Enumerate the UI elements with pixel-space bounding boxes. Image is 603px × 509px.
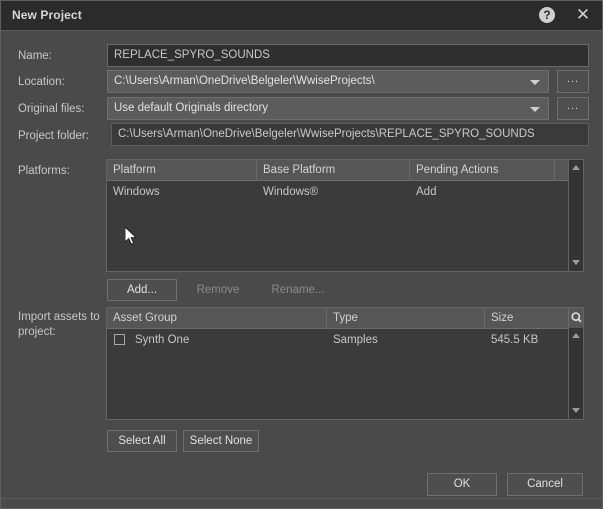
asset-checkbox[interactable] bbox=[114, 334, 125, 345]
platform-cell-base: Windows® bbox=[263, 186, 319, 198]
scroll-up-icon[interactable] bbox=[569, 329, 583, 343]
select-all-button[interactable]: Select All bbox=[107, 430, 177, 452]
chevron-down-icon bbox=[530, 107, 540, 112]
footer-divider bbox=[1, 498, 602, 499]
platforms-scrollbar[interactable] bbox=[568, 160, 583, 271]
platform-remove-button: Remove bbox=[196, 284, 240, 296]
scroll-up-icon[interactable] bbox=[569, 161, 583, 175]
platforms-table: Platform Base Platform Pending Actions W… bbox=[106, 159, 584, 272]
new-project-dialog: New Project ? ✕ Name: REPLACE_SPYRO_SOUN… bbox=[0, 0, 603, 509]
table-row[interactable]: Windows Windows® Add bbox=[107, 182, 583, 202]
platforms-label: Platforms: bbox=[18, 165, 70, 177]
assets-table-header: Asset Group Type Size bbox=[107, 308, 583, 329]
asset-cell-group: Synth One bbox=[135, 334, 190, 346]
location-value: C:\Users\Arman\OneDrive\Belgeler\WwisePr… bbox=[114, 75, 375, 87]
assets-table: Asset Group Type Size Synth One Samples … bbox=[106, 307, 584, 420]
platform-rename-button: Rename... bbox=[271, 284, 325, 296]
chevron-down-icon bbox=[530, 80, 540, 85]
project-folder-label: Project folder: bbox=[18, 130, 89, 142]
close-button[interactable]: ✕ bbox=[566, 1, 600, 29]
import-assets-label: Import assets to project: bbox=[18, 311, 100, 338]
platforms-table-header: Platform Base Platform Pending Actions bbox=[107, 160, 583, 181]
help-circle-icon: ? bbox=[539, 7, 555, 23]
title-bar: New Project ? ✕ bbox=[1, 1, 602, 31]
location-combobox[interactable]: C:\Users\Arman\OneDrive\Belgeler\WwisePr… bbox=[107, 70, 549, 93]
name-label: Name: bbox=[18, 50, 52, 62]
platform-cell-name: Windows bbox=[113, 186, 160, 198]
original-files-browse-button[interactable]: ... bbox=[557, 97, 589, 120]
assets-col-type[interactable]: Type bbox=[327, 308, 485, 328]
scroll-down-icon[interactable] bbox=[569, 404, 583, 418]
asset-cell-size: 545.5 KB bbox=[491, 334, 539, 346]
ok-button[interactable]: OK bbox=[427, 473, 497, 496]
assets-scrollbar[interactable] bbox=[568, 328, 583, 419]
name-input[interactable]: REPLACE_SPYRO_SOUNDS bbox=[107, 44, 589, 67]
platforms-col-platform[interactable]: Platform bbox=[107, 160, 257, 180]
window-title: New Project bbox=[12, 8, 82, 22]
platform-add-button[interactable]: Add... bbox=[107, 279, 177, 301]
location-label: Location: bbox=[18, 76, 65, 88]
original-files-combobox[interactable]: Use default Originals directory bbox=[107, 97, 549, 120]
original-files-label: Original files: bbox=[18, 103, 85, 115]
original-files-value: Use default Originals directory bbox=[114, 102, 269, 114]
help-button[interactable]: ? bbox=[530, 1, 564, 29]
location-browse-button[interactable]: ... bbox=[557, 70, 589, 93]
scroll-down-icon[interactable] bbox=[569, 256, 583, 270]
search-icon[interactable] bbox=[568, 308, 583, 328]
close-icon: ✕ bbox=[575, 5, 591, 24]
assets-col-group[interactable]: Asset Group bbox=[107, 308, 327, 328]
asset-cell-type: Samples bbox=[333, 334, 378, 346]
platforms-col-base-platform[interactable]: Base Platform bbox=[257, 160, 410, 180]
table-row[interactable]: Synth One Samples 545.5 KB bbox=[107, 330, 583, 350]
cancel-button[interactable]: Cancel bbox=[507, 473, 583, 496]
assets-col-size[interactable]: Size bbox=[485, 308, 569, 328]
platform-cell-pending: Add bbox=[416, 186, 437, 198]
project-folder-value: C:\Users\Arman\OneDrive\Belgeler\WwisePr… bbox=[111, 123, 589, 146]
select-none-button[interactable]: Select None bbox=[183, 430, 259, 452]
platforms-col-pending[interactable]: Pending Actions bbox=[410, 160, 555, 180]
